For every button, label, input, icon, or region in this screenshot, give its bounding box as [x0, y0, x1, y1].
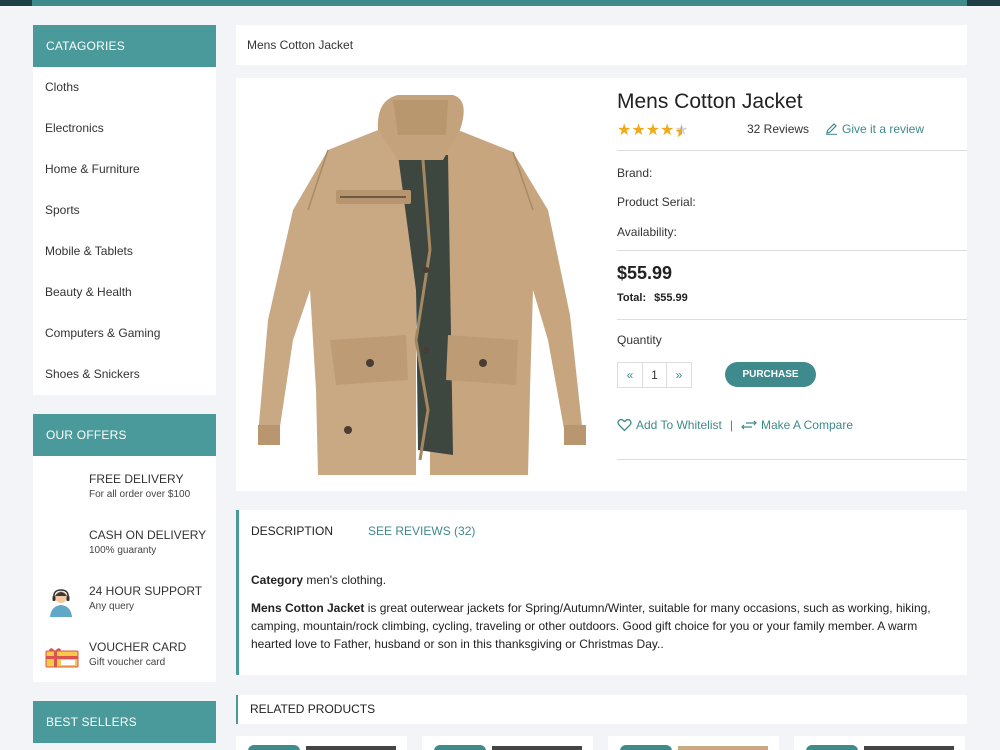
category-item-home-furniture[interactable]: Home & Furniture [33, 149, 216, 190]
brand-label: Brand: [617, 166, 653, 180]
description-panel: DESCRIPTION SEE REVIEWS (32) Category me… [236, 510, 967, 675]
related-product-card[interactable] [608, 736, 779, 750]
offer-subtitle: Any query [89, 601, 135, 612]
star-icon: ★ [660, 122, 675, 139]
related-product-card[interactable] [236, 736, 407, 750]
offer-subtitle: For all order over $100 [89, 489, 191, 500]
offer-24-hour-support: 24 HOUR SUPPORT Any query [33, 574, 216, 630]
serial-label: Product Serial: [617, 195, 696, 209]
product-actions: Add To Whitelist | Make A Compare [617, 418, 853, 432]
product-price: $55.99 [617, 263, 673, 283]
whitelist-label: Add To Whitelist [636, 418, 722, 432]
star-icon: ★ [631, 122, 646, 139]
purchase-button[interactable]: PURCHASE [725, 362, 816, 387]
total-label: Total: [617, 292, 647, 304]
product-badge [620, 745, 672, 750]
product-title: Mens Cotton Jacket [617, 90, 803, 113]
product-badge [248, 745, 300, 750]
categories-panel: CATAGORIES Cloths Electronics Home & Fur… [33, 25, 216, 395]
divider [617, 250, 967, 251]
best-sellers-panel: BEST SELLERS [33, 701, 216, 750]
description-tabs: DESCRIPTION SEE REVIEWS (32) [251, 524, 475, 538]
offer-voucher-card: VOUCHER CARD Gift voucher card [33, 630, 216, 686]
description-text: Mens Cotton Jacket is great outerwear ja… [251, 599, 951, 653]
category-item-computers-gaming[interactable]: Computers & Gaming [33, 313, 216, 354]
breadcrumb: Mens Cotton Jacket [236, 25, 967, 65]
delivery-icon [45, 474, 77, 506]
category-line: Category men's clothing. [251, 571, 951, 589]
heart-icon [617, 418, 632, 432]
divider [617, 319, 967, 320]
total-value: $55.99 [654, 292, 688, 304]
offer-title: FREE DELIVERY [89, 472, 184, 486]
compare-arrows-icon [741, 420, 757, 430]
top-bar-accent [32, 0, 967, 6]
increment-button[interactable]: » [667, 363, 691, 387]
offers-heading: OUR OFFERS [33, 414, 216, 456]
category-item-shoes[interactable]: Shoes & Snickers [33, 354, 216, 395]
rating-stars: ★★★★★ [617, 120, 689, 140]
product-badge [434, 745, 486, 750]
category-list: Cloths Electronics Home & Furniture Spor… [33, 67, 216, 395]
cash-icon [45, 530, 77, 562]
product-thumbnail [492, 746, 582, 750]
product-thumbnail [306, 746, 396, 750]
star-icon: ★ [617, 122, 632, 139]
compare-label: Make A Compare [760, 418, 853, 432]
product-panel: Mens Cotton Jacket ★★★★★ 32 Reviews Give… [236, 78, 967, 491]
offer-subtitle: Gift voucher card [89, 657, 166, 668]
offer-free-delivery: FREE DELIVERY For all order over $100 [33, 462, 216, 518]
product-thumbnail [678, 746, 768, 750]
star-icon: ★ [645, 122, 661, 139]
give-review-label: Give it a review [842, 122, 925, 136]
offer-subtitle: 100% guaranty [89, 545, 157, 556]
categories-heading: CATAGORIES [33, 25, 216, 67]
separator: | [729, 418, 733, 432]
category-label: Category [251, 573, 304, 587]
decrement-button[interactable]: « [618, 363, 642, 387]
divider [617, 150, 967, 151]
tab-description[interactable]: DESCRIPTION [251, 524, 333, 538]
product-info: Mens Cotton Jacket ★★★★★ 32 Reviews Give… [617, 78, 967, 491]
quantity-label: Quantity [617, 333, 662, 347]
give-review-link[interactable]: Give it a review [825, 122, 924, 136]
product-badge [806, 745, 858, 750]
product-image [248, 90, 598, 480]
total-price: Total: $55.99 [617, 292, 688, 304]
offer-title: 24 HOUR SUPPORT [89, 584, 203, 598]
category-item-cloths[interactable]: Cloths [33, 67, 216, 108]
category-item-electronics[interactable]: Electronics [33, 108, 216, 149]
quantity-input[interactable]: 1 [642, 363, 667, 387]
product-thumbnail [864, 746, 954, 750]
voucher-icon [45, 642, 79, 674]
add-to-whitelist-link[interactable]: Add To Whitelist [617, 418, 722, 432]
category-item-sports[interactable]: Sports [33, 190, 216, 231]
half-star-icon: ★ [674, 122, 688, 139]
pencil-icon [826, 123, 837, 135]
compare-link[interactable]: Make A Compare [741, 418, 853, 432]
offers-panel: OUR OFFERS FREE DELIVERY For all order o… [33, 414, 216, 682]
category-item-mobile-tablets[interactable]: Mobile & Tablets [33, 231, 216, 272]
related-products-heading: RELATED PRODUCTS [236, 695, 967, 724]
category-value: men's clothing. [306, 573, 387, 587]
offer-title: VOUCHER CARD [89, 640, 187, 654]
offer-title: CASH ON DELIVERY [89, 528, 207, 542]
offer-cash-on-delivery: CASH ON DELIVERY 100% guaranty [33, 518, 216, 574]
related-product-card[interactable] [794, 736, 965, 750]
review-count[interactable]: 32 Reviews [747, 122, 809, 136]
support-agent-icon [45, 586, 77, 618]
best-sellers-heading: BEST SELLERS [33, 701, 216, 743]
divider [617, 459, 967, 460]
quantity-stepper: « 1 » [617, 362, 692, 388]
tab-see-reviews[interactable]: SEE REVIEWS (32) [368, 524, 475, 538]
top-bar [0, 0, 1000, 6]
availability-label: Availability: [617, 225, 677, 239]
related-product-card[interactable] [422, 736, 593, 750]
category-item-beauty-health[interactable]: Beauty & Health [33, 272, 216, 313]
description-product-name: Mens Cotton Jacket [251, 601, 365, 615]
